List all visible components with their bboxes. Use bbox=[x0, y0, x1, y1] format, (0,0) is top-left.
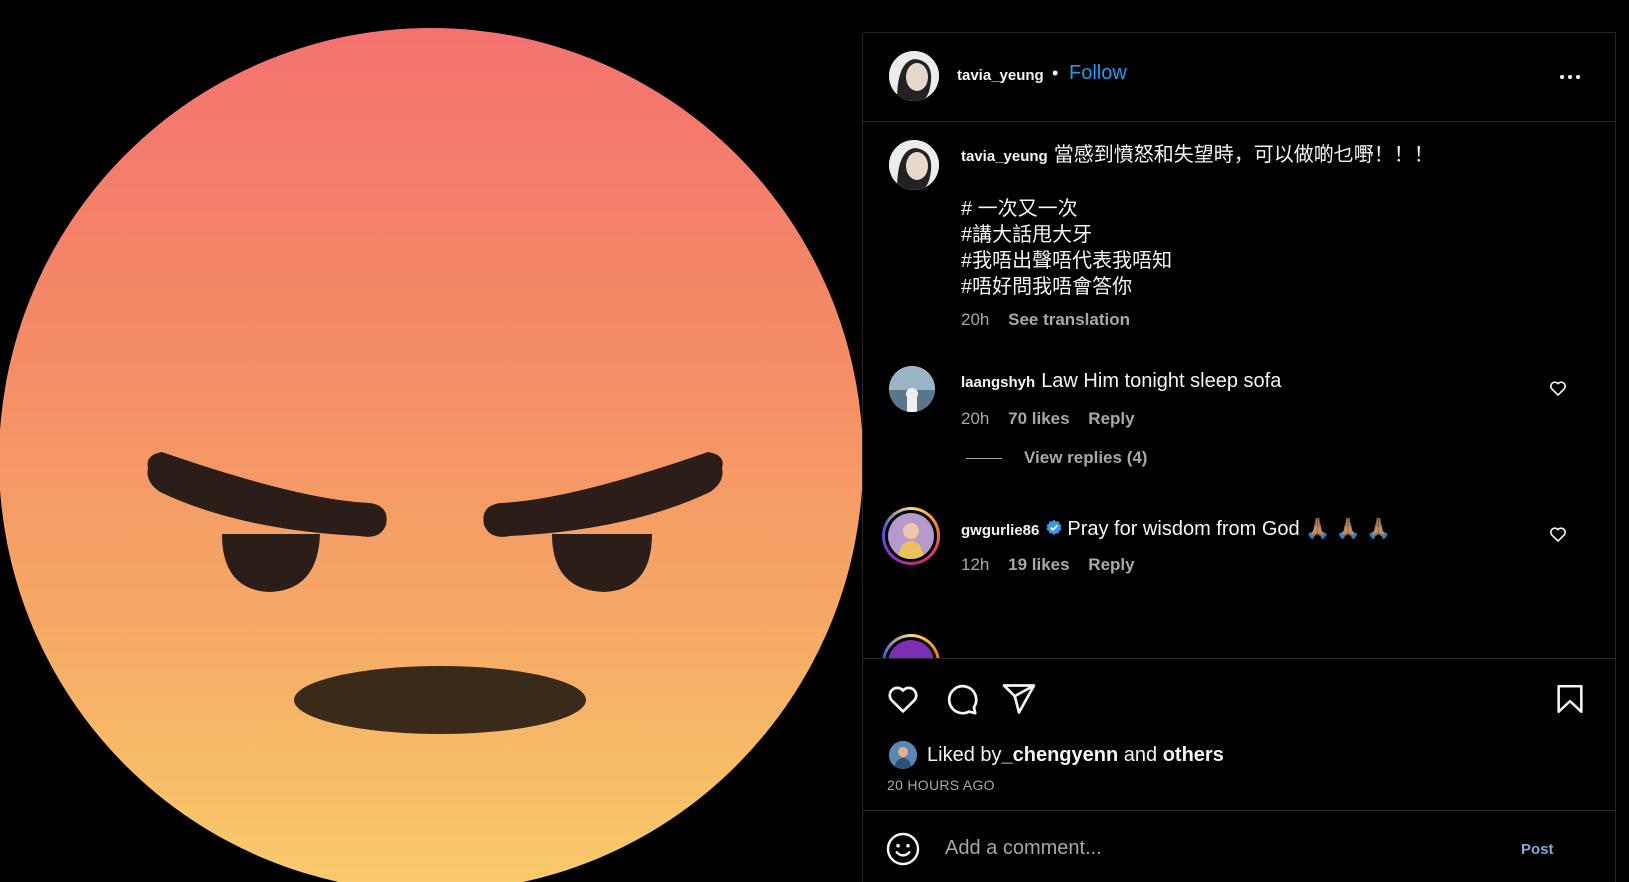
liked-by-others-link[interactable]: others bbox=[1163, 744, 1224, 767]
liked-by-summary: Liked by _chengyenn and others bbox=[889, 741, 1224, 769]
more-options-icon[interactable] bbox=[1555, 67, 1585, 87]
profile-photo-icon bbox=[888, 513, 934, 559]
reply-button[interactable]: Reply bbox=[1088, 409, 1134, 428]
comment-input[interactable] bbox=[943, 833, 1507, 863]
profile-photo-icon bbox=[889, 51, 939, 101]
comment-time[interactable]: 12h bbox=[961, 555, 989, 574]
caption-meta: 20h See translation bbox=[961, 310, 1144, 330]
comment-username[interactable]: gwgurlie86 bbox=[961, 522, 1039, 539]
share-icon[interactable] bbox=[1001, 681, 1037, 717]
caption: tavia_yeung 當感到憤怒和失望時，可以做啲乜嘢！！！ bbox=[961, 142, 1581, 170]
liked-by-and: and bbox=[1118, 743, 1163, 766]
author-avatar[interactable] bbox=[889, 51, 939, 101]
comment-username[interactable]: laangshyh bbox=[961, 374, 1035, 391]
caption-hashtags: # 一次又一次 #講大話甩大牙 #我唔出聲唔代表我唔知 #唔好問我唔會答你 bbox=[961, 196, 1172, 300]
like-comment-heart-icon[interactable] bbox=[1548, 378, 1568, 398]
post-details-panel: tavia_yeung • Follow tavia_yeung 當感到憤怒和失望… bbox=[862, 32, 1616, 882]
see-translation-link[interactable]: See translation bbox=[1008, 310, 1130, 329]
view-replies-button[interactable]: View replies (4) bbox=[966, 448, 1147, 468]
bookmark-icon[interactable] bbox=[1553, 681, 1587, 717]
add-comment-bar: Post bbox=[863, 810, 1615, 882]
caption-text: 當感到憤怒和失望時，可以做啲乜嘢！！！ bbox=[1053, 144, 1434, 166]
like-comment-heart-icon[interactable] bbox=[1548, 524, 1568, 544]
comment: gwgurlie86 Pray for wisdom from God 🙏🏽 🙏🏽… bbox=[961, 516, 1391, 541]
post-comment-button[interactable]: Post bbox=[1521, 841, 1554, 858]
hashtag[interactable]: # 一次又一次 bbox=[961, 196, 1172, 222]
caption-time[interactable]: 20h bbox=[961, 310, 989, 329]
liked-by-prefix: Liked by bbox=[927, 743, 1002, 766]
liker-avatar[interactable] bbox=[889, 741, 917, 769]
comment-text: Pray for wisdom from God 🙏🏽 🙏🏽 🙏🏽 bbox=[1067, 518, 1392, 540]
post-timestamp[interactable]: 20 HOURS AGO bbox=[887, 777, 995, 793]
separator-dot: • bbox=[1052, 63, 1059, 83]
follow-button[interactable]: Follow bbox=[1069, 62, 1127, 85]
comment-icon[interactable] bbox=[943, 681, 979, 717]
angry-face-emoji bbox=[0, 28, 862, 882]
reply-button[interactable]: Reply bbox=[1088, 555, 1134, 574]
comment-likes[interactable]: 70 likes bbox=[1008, 409, 1069, 428]
story-ring-avatar[interactable] bbox=[882, 507, 940, 565]
replies-divider bbox=[966, 457, 1002, 459]
post-header: tavia_yeung • Follow bbox=[863, 33, 1615, 122]
caption-avatar[interactable] bbox=[889, 140, 939, 190]
instagram-post-page: tavia_yeung • Follow tavia_yeung 當感到憤怒和失望… bbox=[0, 0, 1629, 882]
caption-username[interactable]: tavia_yeung bbox=[961, 148, 1048, 165]
comments-list[interactable]: tavia_yeung 當感到憤怒和失望時，可以做啲乜嘢！！！ # 一次又一次 #… bbox=[863, 122, 1615, 658]
post-image[interactable] bbox=[0, 0, 862, 882]
comment-text: Law Him tonight sleep sofa bbox=[1041, 370, 1282, 392]
hashtag[interactable]: #講大話甩大牙 bbox=[961, 222, 1172, 248]
profile-photo-icon bbox=[889, 741, 917, 769]
hashtag[interactable]: #我唔出聲唔代表我唔知 bbox=[961, 248, 1172, 274]
liked-by-user[interactable]: _chengyenn bbox=[1002, 744, 1119, 767]
heart-icon[interactable] bbox=[885, 681, 921, 717]
story-ring-avatar[interactable] bbox=[882, 634, 940, 658]
author-username[interactable]: tavia_yeung bbox=[957, 67, 1044, 84]
comment-likes[interactable]: 19 likes bbox=[1008, 555, 1069, 574]
hashtag[interactable]: #唔好問我唔會答你 bbox=[961, 274, 1172, 300]
emoji-icon[interactable] bbox=[885, 831, 921, 867]
comment: laangshyh Law Him tonight sleep sofa bbox=[961, 370, 1281, 393]
profile-photo-icon bbox=[889, 140, 939, 190]
comment-meta: 20h 70 likes Reply bbox=[961, 409, 1149, 429]
comment-meta: 12h 19 likes Reply bbox=[961, 555, 1149, 575]
post-actions: Liked by _chengyenn and others 20 HOURS … bbox=[863, 658, 1615, 811]
profile-photo-icon bbox=[889, 366, 935, 412]
commenter-avatar[interactable] bbox=[889, 366, 935, 412]
verified-badge-icon bbox=[1046, 519, 1062, 536]
view-replies-label: View replies (4) bbox=[1024, 448, 1148, 467]
comment-time[interactable]: 20h bbox=[961, 409, 989, 428]
